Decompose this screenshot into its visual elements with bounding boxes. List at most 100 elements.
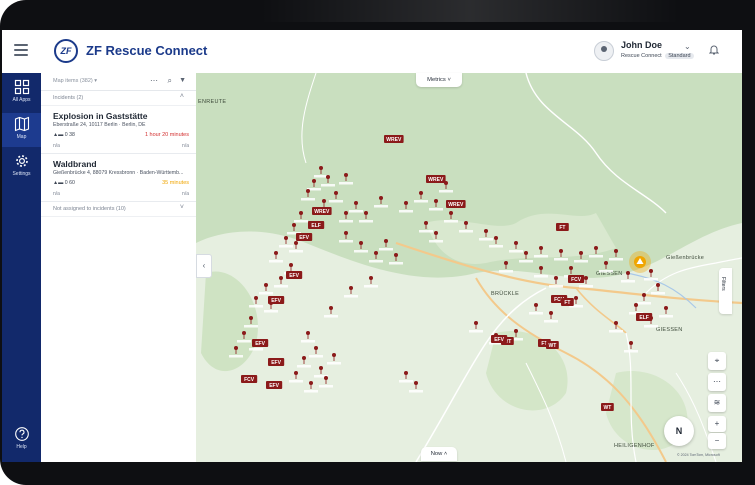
unit-type-badge[interactable]: EFV bbox=[296, 233, 313, 241]
unit-type-label: WREV bbox=[314, 209, 330, 215]
compass-icon[interactable]: N bbox=[664, 416, 694, 446]
incident-unit-counts: 0 60 bbox=[64, 180, 75, 186]
map-attribution: © 2024 TomTom, Microsoft bbox=[677, 453, 720, 457]
chevron-down-icon: ˅ bbox=[447, 77, 451, 83]
unit-type-badge[interactable]: EFV bbox=[268, 296, 285, 304]
help-icon bbox=[14, 426, 30, 442]
unit-type-label: FT bbox=[559, 225, 565, 231]
incident-unit-counts: 0 38 bbox=[64, 132, 75, 138]
map-place-label: GIESSEN bbox=[656, 327, 683, 333]
more-options-icon[interactable]: ⋯ bbox=[150, 76, 158, 85]
nav-label-help: Help bbox=[16, 444, 27, 450]
filters-label: Filters bbox=[720, 277, 726, 291]
user-product: Rescue Connect bbox=[621, 53, 662, 59]
unit-type-badge[interactable]: ELF bbox=[636, 313, 653, 321]
incident-na-right: n/a bbox=[182, 191, 189, 197]
unit-type-badge[interactable]: FT bbox=[561, 298, 574, 306]
nav-all-apps[interactable]: All Apps bbox=[2, 76, 41, 110]
unit-type-badge[interactable]: WREV bbox=[426, 175, 446, 183]
layers-icon[interactable]: ≋ bbox=[708, 394, 726, 412]
more-map-options-icon[interactable]: ⋯ bbox=[708, 373, 726, 391]
unit-type-badge[interactable]: ELF bbox=[308, 221, 325, 229]
unit-type-badge[interactable]: FCV bbox=[241, 375, 258, 383]
incident-title: Explosion in Gaststätte bbox=[53, 111, 148, 121]
unit-type-badge[interactable]: EFV bbox=[286, 271, 303, 279]
map-place-label: Gießenbrücke bbox=[666, 255, 704, 261]
not-assigned-section-header[interactable]: Not assigned to incidents (10) ˅ bbox=[41, 202, 196, 217]
map-place-label: HEILIGENHOF bbox=[614, 443, 655, 449]
fit-view-icon[interactable]: ⌖ bbox=[708, 352, 726, 370]
unit-type-badge[interactable]: EFV bbox=[491, 335, 508, 343]
user-name[interactable]: John Doe bbox=[621, 40, 662, 50]
time-selector-label: Now bbox=[430, 451, 443, 457]
unit-type-label: WT bbox=[549, 343, 557, 349]
incidents-panel: Map items (382) ▾ ⋯ ⌕ ▼ Incidents (2) ˄ … bbox=[41, 73, 197, 462]
map-icon bbox=[14, 116, 30, 132]
unit-type-label: ELF bbox=[311, 223, 320, 229]
unit-type-badge[interactable]: EFV bbox=[268, 358, 285, 366]
map-view[interactable]: ENREUTE BRÜCKLE GIESSEN GIESSEN HEILIGENHOF G… bbox=[196, 73, 742, 462]
app-title: ZF Rescue Connect bbox=[86, 43, 208, 58]
unit-type-label: EFV bbox=[494, 337, 504, 343]
incident-title: Waldbrand bbox=[53, 159, 97, 169]
map-place-label: BRÜCKLE bbox=[491, 290, 519, 297]
incident-elapsed-time: 35 minutes bbox=[162, 180, 189, 186]
incident-units: ▲▬ 0 38 bbox=[53, 132, 75, 138]
nav-map[interactable]: Map bbox=[2, 113, 41, 147]
incidents-section-label: Incidents (2) bbox=[53, 95, 84, 101]
map-canvas[interactable]: ENREUTEBRÜCKLEGIESSENGIESSENHEILIGENHOFG… bbox=[196, 73, 742, 462]
unit-type-badge[interactable]: WT bbox=[546, 341, 559, 349]
unit-type-badge[interactable]: FT bbox=[556, 223, 569, 231]
nav-help[interactable]: Help bbox=[2, 423, 41, 457]
unit-type-badge[interactable]: EFV bbox=[252, 339, 269, 347]
incident-card[interactable]: Explosion in Gaststätte Eberstraße 24, 1… bbox=[41, 106, 196, 154]
zoom-out-button[interactable]: − bbox=[708, 433, 726, 449]
chevron-up-icon[interactable]: ˄ bbox=[180, 93, 184, 100]
unit-type-label: EFV bbox=[271, 298, 281, 304]
tablet-reflection bbox=[260, 0, 680, 22]
notification-bell-icon[interactable] bbox=[709, 44, 719, 55]
map-items-dropdown[interactable]: Map items (382) ▾ bbox=[53, 78, 97, 84]
zf-logo: ZF bbox=[54, 39, 78, 63]
nav-label-settings: Settings bbox=[12, 171, 31, 177]
filters-tab[interactable]: Filters bbox=[719, 268, 732, 314]
incident-na-left: n/a bbox=[53, 191, 60, 197]
gear-icon bbox=[14, 153, 30, 169]
collapse-panel-chevron-left-icon[interactable]: ‹ bbox=[196, 254, 212, 278]
person-truck-icon: ▲▬ bbox=[53, 132, 65, 138]
left-nav: All Apps Map Settings Help bbox=[2, 73, 41, 462]
hamburger-menu-icon[interactable] bbox=[14, 44, 28, 56]
unit-type-label: ELF bbox=[639, 315, 648, 321]
incident-address: Gießenbrücke 4, 88079 Kressbronn · Baden… bbox=[53, 170, 184, 176]
search-icon[interactable]: ⌕ bbox=[168, 76, 172, 86]
nav-settings[interactable]: Settings bbox=[2, 150, 41, 184]
incident-location-marker[interactable] bbox=[629, 251, 651, 273]
incident-na-right: n/a bbox=[182, 143, 189, 149]
filter-icon[interactable]: ▼ bbox=[179, 77, 186, 84]
incident-elapsed-time: 1 hour 20 minutes bbox=[144, 132, 189, 138]
person-truck-icon: ▲▬ bbox=[53, 180, 65, 186]
user-avatar-icon[interactable] bbox=[594, 41, 614, 61]
nav-label-all-apps: All Apps bbox=[12, 97, 31, 103]
metrics-dropdown[interactable]: Metrics ˅ bbox=[416, 73, 462, 87]
unit-type-badge[interactable]: WT bbox=[601, 403, 614, 411]
zoom-in-button[interactable]: + bbox=[708, 416, 726, 432]
incidents-section-header[interactable]: Incidents (2) ˄ bbox=[41, 91, 196, 106]
unit-type-label: EFV bbox=[299, 235, 309, 241]
unit-type-badge[interactable]: EFV bbox=[266, 381, 283, 389]
unit-type-label: WREV bbox=[386, 137, 402, 143]
unit-type-badge[interactable]: WREV bbox=[384, 135, 404, 143]
unit-type-label: FT bbox=[564, 300, 570, 306]
not-assigned-label: Not assigned to incidents (10) bbox=[53, 206, 126, 212]
unit-type-label: EFV bbox=[289, 273, 299, 279]
user-menu-chevron-icon[interactable]: ⌄ bbox=[684, 42, 691, 51]
top-bar: ZF ZF Rescue Connect John Doe Rescue Con… bbox=[2, 30, 742, 74]
unit-type-badge[interactable]: FCV bbox=[568, 275, 585, 283]
incident-card[interactable]: Waldbrand Gießenbrücke 4, 88079 Kressbro… bbox=[41, 154, 196, 202]
unit-type-badge[interactable]: WREV bbox=[312, 207, 332, 215]
incident-na-left: n/a bbox=[53, 143, 60, 149]
chevron-down-icon[interactable]: ˅ bbox=[180, 204, 184, 211]
unit-type-badge[interactable]: WREV bbox=[446, 200, 466, 208]
time-selector[interactable]: Now ˄ bbox=[421, 447, 457, 461]
unit-type-label: EFV bbox=[271, 360, 281, 366]
